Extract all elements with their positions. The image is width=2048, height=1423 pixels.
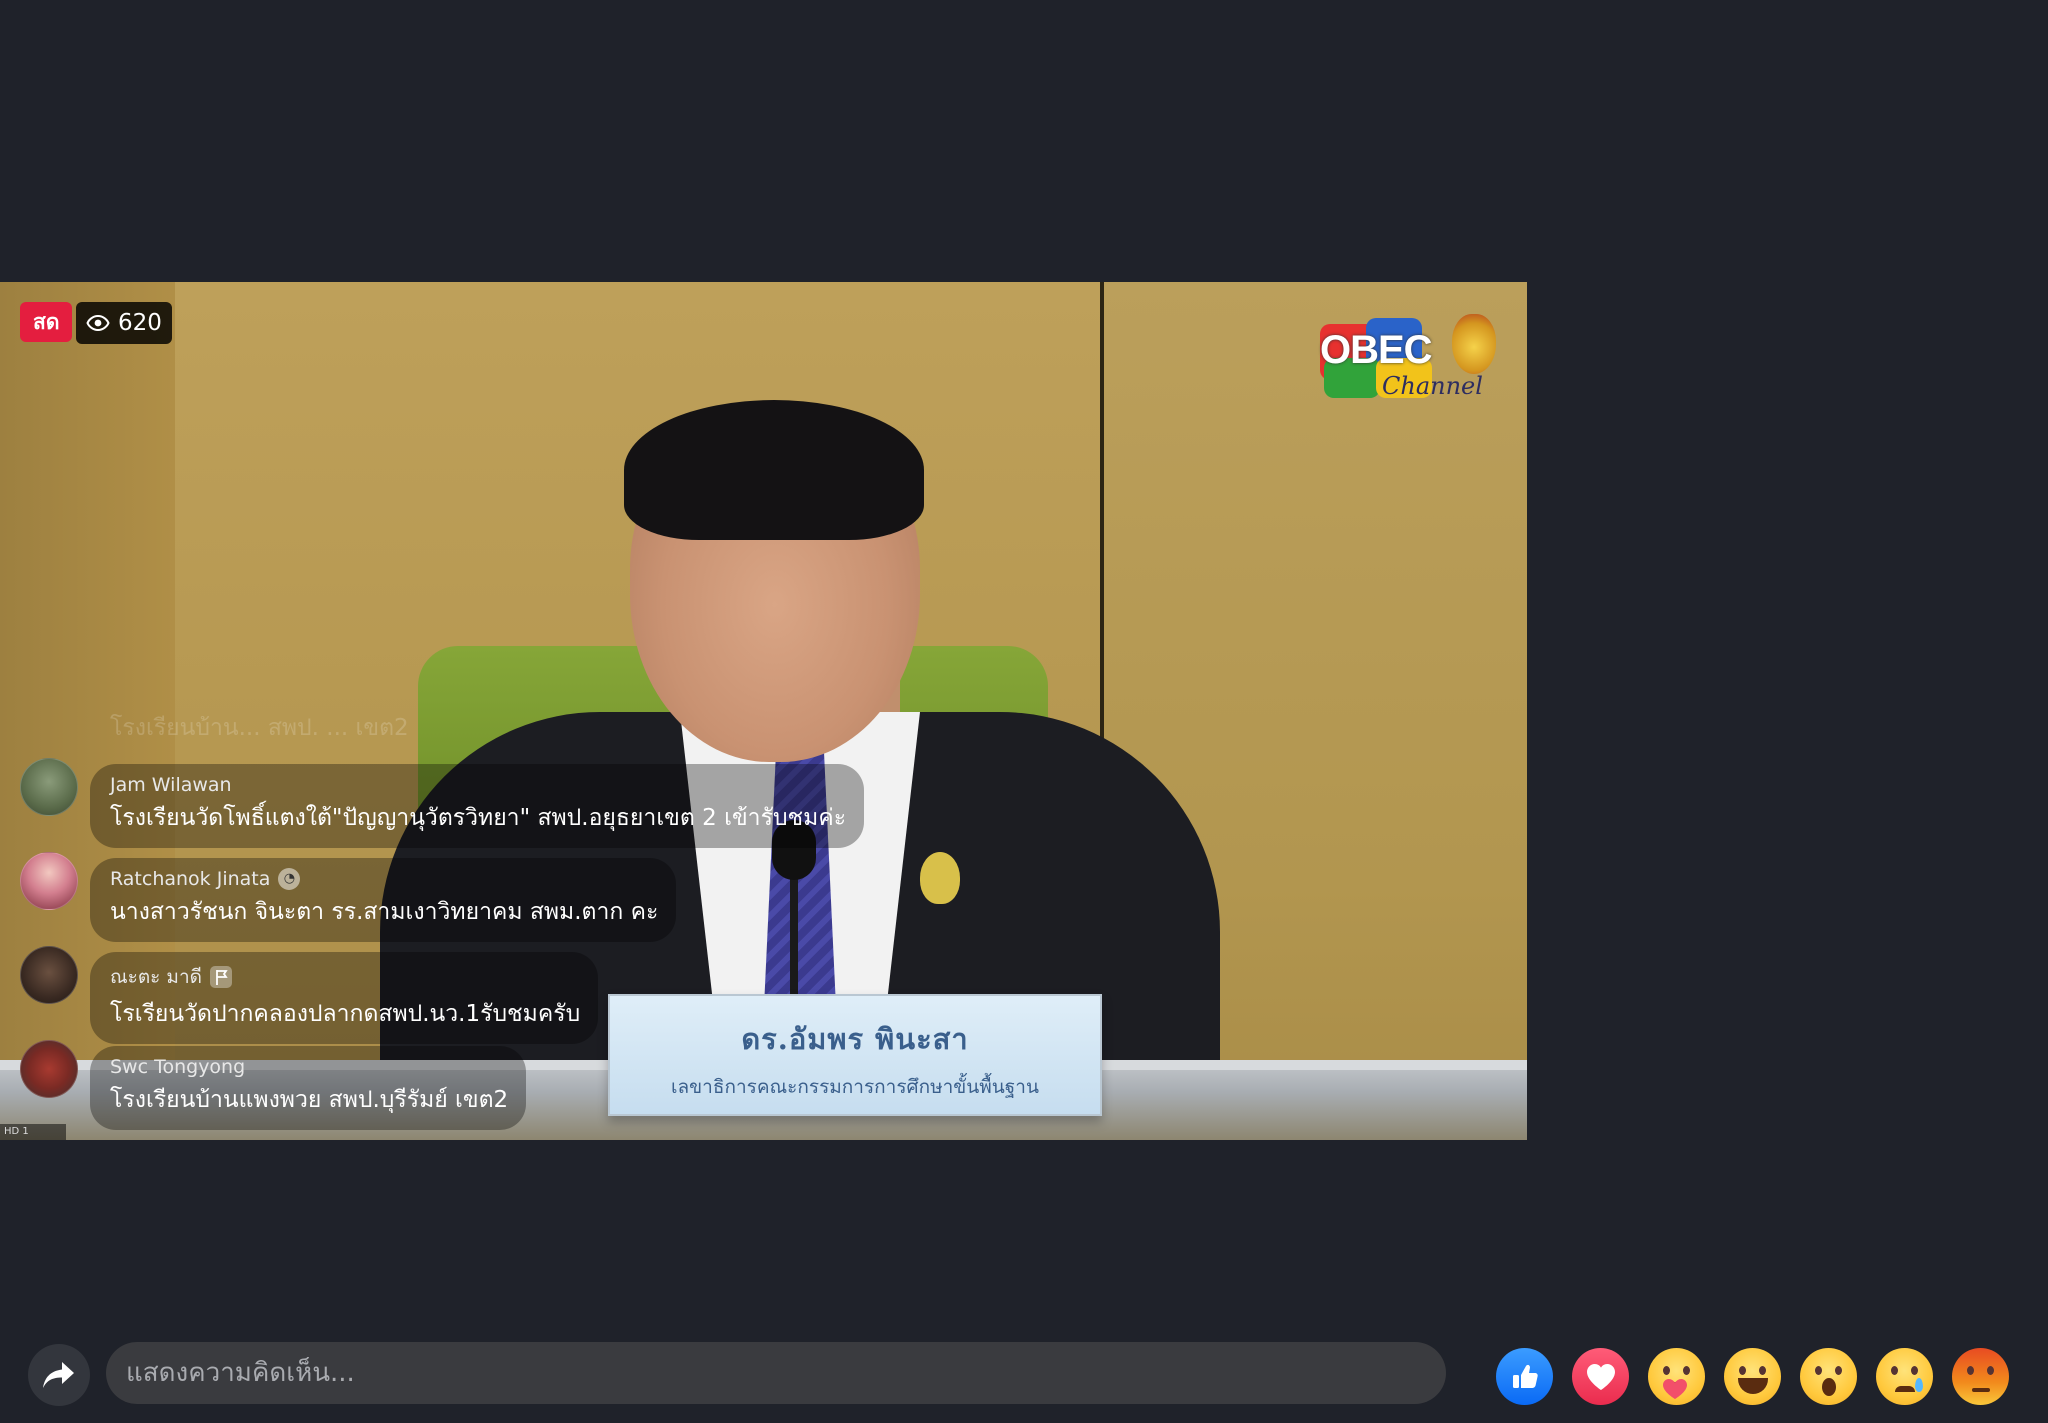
care-reaction-button[interactable] xyxy=(1648,1348,1705,1405)
comment-author[interactable]: Jam Wilawan xyxy=(110,774,846,796)
comment-bubble: Jam Wilawan โรงเรียนวัดโพธิ์แตงใต้"ปัญญา… xyxy=(90,764,865,848)
angry-mouth xyxy=(1971,1388,1990,1392)
member-badge-icon: ◔ xyxy=(278,868,301,890)
comment-author-name: Swc Tongyong xyxy=(110,1056,246,1078)
emblem-seal-icon xyxy=(1452,314,1496,374)
haha-eyes xyxy=(1739,1366,1766,1376)
speaker-hair xyxy=(624,400,924,540)
avatar[interactable] xyxy=(20,946,78,1004)
comment-text: โรเรียนวัดปากคลองปลากดสพป.นว.1รับชมครับ xyxy=(110,1001,581,1027)
logo-text: OBEC xyxy=(1320,328,1433,372)
heart-icon xyxy=(1586,1363,1615,1390)
comment-item: Ratchanok Jinata ◔ นางสาวรัชนก จินะตา รร… xyxy=(20,852,677,942)
comment-author[interactable]: Swc Tongyong xyxy=(110,1056,508,1078)
comment-bubble: ณะตะ มาดี โรเรียนวัดปากคลองปลากดสพป.นว.1… xyxy=(90,952,599,1044)
angry-eyes xyxy=(1967,1366,1994,1376)
comment-author-name: ณะตะ มาดี xyxy=(110,966,202,988)
viewer-count: 620 xyxy=(118,310,162,336)
comment-input[interactable] xyxy=(106,1342,1446,1404)
obec-channel-logo: OBEC Channel xyxy=(1320,314,1500,404)
comment-bubble: Ratchanok Jinata ◔ นางสาวรัชนก จินะตา รร… xyxy=(90,858,677,942)
nameplate-name: ดร.อัมพร พินะสา xyxy=(741,1022,969,1056)
avatar[interactable] xyxy=(20,852,78,910)
flag-icon xyxy=(209,966,232,988)
tear-icon xyxy=(1915,1378,1923,1392)
wow-reaction-button[interactable] xyxy=(1800,1348,1857,1405)
care-eyes xyxy=(1663,1366,1690,1376)
wow-eyes xyxy=(1815,1366,1842,1376)
signal-text: HD 1 xyxy=(4,1126,29,1137)
avatar[interactable] xyxy=(20,1040,78,1098)
comment-bubble: Swc Tongyong โรงเรียนบ้านแพงพวย สพป.บุรี… xyxy=(90,1046,527,1130)
nameplate-title: เลขาธิการคณะกรรมการการศึกษาขั้นพื้นฐาน xyxy=(671,1076,1039,1098)
comment-author[interactable]: Ratchanok Jinata ◔ xyxy=(110,868,658,890)
comment-author-name: Ratchanok Jinata xyxy=(110,868,271,890)
live-badge: สด xyxy=(20,302,73,342)
comment-text: โรงเรียนวัดโพธิ์แตงใต้"ปัญญานุวัตรวิทยา"… xyxy=(110,805,847,831)
sad-reaction-button[interactable] xyxy=(1876,1348,1933,1405)
love-reaction-button[interactable] xyxy=(1572,1348,1629,1405)
haha-reaction-button[interactable] xyxy=(1724,1348,1781,1405)
angry-reaction-button[interactable] xyxy=(1952,1348,2009,1405)
care-heart-icon xyxy=(1663,1379,1687,1399)
share-button[interactable] xyxy=(28,1344,90,1406)
share-arrow-icon xyxy=(43,1362,74,1388)
lapel-pin xyxy=(920,852,960,904)
wow-mouth xyxy=(1821,1378,1836,1396)
comment-text: นางสาวรัชนก จินะตา รร.สามเงาวิทยาคม สพม.… xyxy=(110,899,659,925)
eye-icon xyxy=(86,314,110,332)
thumbs-up-icon xyxy=(1512,1364,1538,1388)
comment-item: ณะตะ มาดี โรเรียนวัดปากคลองปลากดสพป.นว.1… xyxy=(20,946,599,1044)
faded-comment: โรงเรียนบ้าน... สพป. ... เขต2 xyxy=(110,715,409,741)
haha-mouth xyxy=(1737,1378,1768,1394)
like-reaction-button[interactable] xyxy=(1496,1348,1553,1405)
reaction-bar xyxy=(1496,1348,2009,1405)
sad-mouth xyxy=(1894,1386,1915,1392)
viewer-count-badge: 620 xyxy=(76,302,172,344)
comment-text: โรงเรียนบ้านแพงพวย สพป.บุรีรัมย์ เขต2 xyxy=(110,1087,509,1113)
sad-eyes xyxy=(1891,1366,1918,1376)
avatar[interactable] xyxy=(20,758,78,816)
comment-item: Jam Wilawan โรงเรียนวัดโพธิ์แตงใต้"ปัญญา… xyxy=(20,758,865,848)
comment-author-name: Jam Wilawan xyxy=(110,774,232,796)
nameplate: ดร.อัมพร พินะสา เลขาธิการคณะกรรมการการศึ… xyxy=(608,994,1102,1116)
signal-indicator: HD 1 xyxy=(0,1124,66,1140)
comment-item: Swc Tongyong โรงเรียนบ้านแพงพวย สพป.บุรี… xyxy=(20,1040,527,1130)
logo-subtext: Channel xyxy=(1382,372,1483,400)
comment-author[interactable]: ณะตะ มาดี xyxy=(110,962,580,992)
